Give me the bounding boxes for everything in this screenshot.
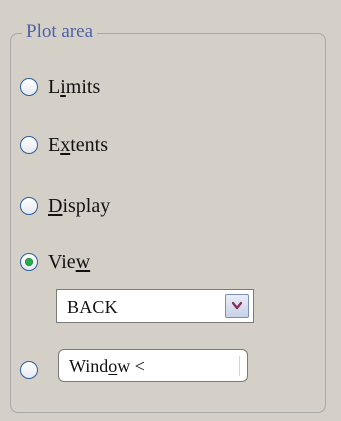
window-label-suffix: w < (117, 355, 145, 376)
radio-button-extents[interactable] (20, 136, 38, 154)
radio-label-extents: Extents (48, 133, 108, 157)
radio-label-view: View (48, 250, 90, 274)
radio-button-limits[interactable] (20, 78, 38, 96)
radio-button-view[interactable] (20, 253, 38, 271)
radio-label-display-mnemonic: D (48, 195, 63, 217)
radio-option-display[interactable]: Display (20, 192, 110, 220)
window-label-prefix: Wind (69, 355, 109, 376)
radio-button-window[interactable] (20, 361, 38, 379)
chevron-down-icon (231, 301, 243, 310)
radio-button-display[interactable] (20, 197, 38, 215)
window-button[interactable]: Window < (58, 349, 248, 382)
window-button-label: Window < (69, 355, 145, 377)
radio-option-view[interactable]: View (20, 248, 90, 276)
radio-label-view-mnemonic: w (75, 251, 91, 273)
radio-option-extents[interactable]: Extents (20, 131, 108, 159)
radio-option-window[interactable] (20, 356, 38, 384)
radio-label-extents-suffix: tents (70, 134, 108, 156)
radio-label-view-prefix: Vie (48, 251, 76, 273)
radio-label-extents-prefix: E (48, 134, 61, 156)
radio-label-display: Display (48, 194, 110, 218)
radio-label-display-suffix: isplay (62, 195, 111, 217)
radio-label-limits-suffix: mits (65, 76, 101, 98)
radio-label-extents-mnemonic: x (60, 134, 71, 156)
radio-label-limits-prefix: L (48, 76, 61, 98)
plot-area-group-title: Plot area (22, 20, 98, 44)
window-label-mnemonic: o (108, 355, 118, 376)
view-dropdown-value: BACK (67, 297, 118, 317)
radio-option-limits[interactable]: Limits (20, 73, 100, 101)
view-dropdown[interactable]: BACK (56, 289, 254, 323)
view-dropdown-button[interactable] (225, 294, 249, 318)
radio-label-limits: Limits (48, 75, 100, 99)
